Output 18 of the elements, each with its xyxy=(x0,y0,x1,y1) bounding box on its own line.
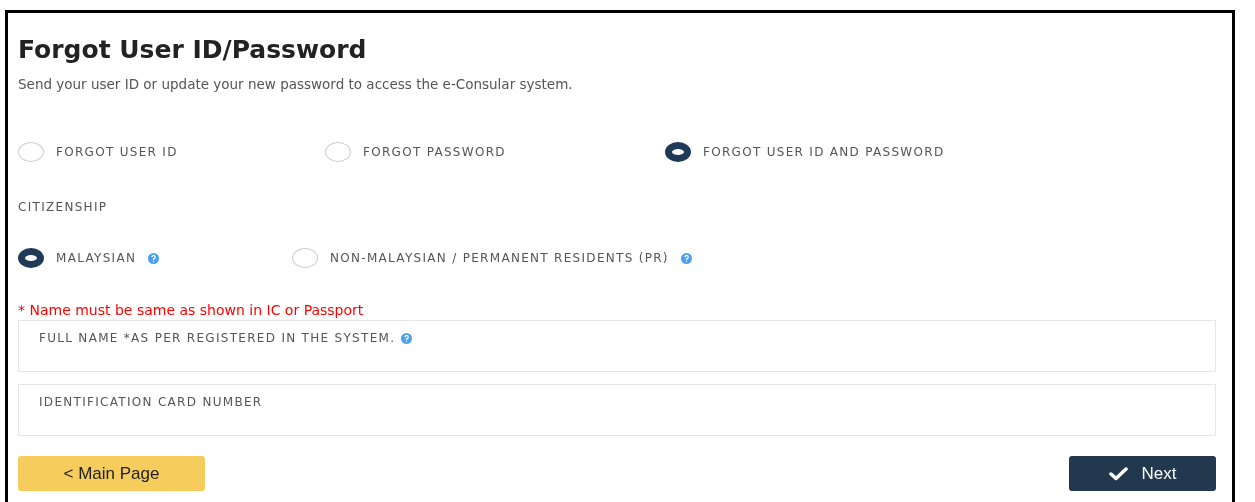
next-button[interactable]: Next xyxy=(1069,456,1216,491)
section-label: CITIZENSHIP xyxy=(18,200,108,214)
radio-label: FORGOT USER ID AND PASSWORD xyxy=(703,145,945,159)
warning-note: * Name must be same as shown in IC or Passport xyxy=(18,302,364,318)
radio-button[interactable] xyxy=(18,248,44,268)
check-icon xyxy=(1108,466,1128,481)
page-title: Forgot User ID/Password xyxy=(18,35,367,64)
radio-label: NON-MALAYSIAN / PERMANENT RESIDENTS (PR) xyxy=(330,251,669,265)
radio-button[interactable] xyxy=(665,142,691,162)
radio-label: FORGOT USER ID xyxy=(56,145,178,159)
radio-label: MALAYSIAN xyxy=(56,251,137,265)
field-label: FULL NAME *AS PER REGISTERED IN THE SYSTEM. xyxy=(39,331,396,345)
main-page-button[interactable]: < Main Page xyxy=(18,456,205,491)
input-field[interactable]: FULL NAME *AS PER REGISTERED IN THE SYSTEM. xyxy=(18,320,1216,372)
input-field[interactable]: IDENTIFICATION CARD NUMBER xyxy=(18,384,1216,436)
page-subtitle: Send your user ID or update your new password to access the e-Consular system. xyxy=(18,76,573,92)
field-label: IDENTIFICATION CARD NUMBER xyxy=(39,395,263,409)
radio-label: FORGOT PASSWORD xyxy=(363,145,506,159)
